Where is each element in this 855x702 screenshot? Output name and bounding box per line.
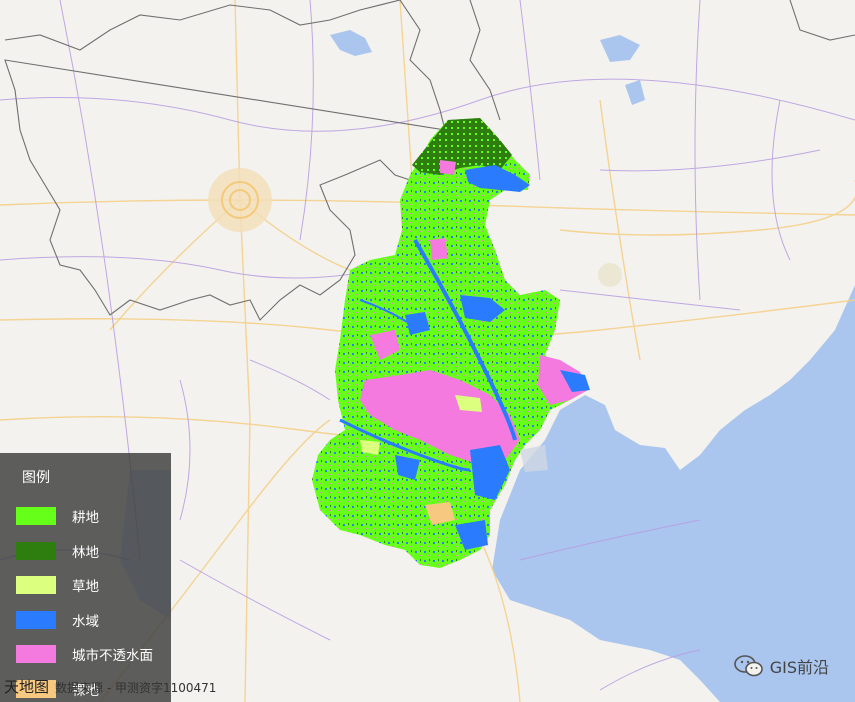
watermark-text: GIS前沿 bbox=[769, 658, 829, 677]
legend-item: 城市不透水面 bbox=[16, 637, 171, 672]
map-view[interactable]: 图例 耕地 林地 草地 水域 城市不透水面 裸地 天地图 数据来源 - 甲测资字110047… bbox=[0, 0, 855, 702]
legend-label: 草地 bbox=[72, 579, 99, 596]
reservoir bbox=[600, 35, 640, 62]
legend-item: 林地 bbox=[16, 534, 171, 569]
legend-label: 城市不透水面 bbox=[72, 648, 153, 665]
legend-swatch bbox=[16, 610, 56, 629]
legend-swatch bbox=[16, 645, 56, 664]
map-attribution: 天地图 数据来源 - 甲测资字1100471 bbox=[4, 676, 216, 697]
tianditu-logo: 天地图 bbox=[4, 678, 50, 696]
legend-label: 耕地 bbox=[72, 510, 99, 527]
attribution-text: 数据来源 - 甲测资字1100471 bbox=[55, 681, 217, 695]
watermark: GIS前沿 bbox=[733, 654, 829, 678]
legend-label: 林地 bbox=[72, 544, 99, 561]
legend-items: 耕地 林地 草地 水域 城市不透水面 裸地 bbox=[16, 499, 171, 702]
city-tangshan bbox=[598, 263, 622, 287]
city-beijing bbox=[208, 168, 272, 232]
reservoir bbox=[330, 30, 372, 56]
legend-title: 图例 bbox=[22, 470, 50, 486]
legend-swatch bbox=[16, 576, 56, 595]
landuse-urban bbox=[430, 238, 448, 260]
legend-panel: 图例 耕地 林地 草地 水域 城市不透水面 裸地 bbox=[0, 453, 171, 702]
legend-swatch bbox=[16, 541, 56, 560]
landuse-urban bbox=[440, 160, 456, 175]
legend-label: 水域 bbox=[72, 613, 99, 630]
legend-item: 草地 bbox=[16, 568, 171, 603]
reservoir bbox=[625, 80, 645, 105]
wechat-icon bbox=[733, 655, 763, 677]
legend-swatch bbox=[16, 507, 56, 526]
legend-item: 耕地 bbox=[16, 499, 171, 534]
port bbox=[520, 445, 548, 472]
legend-item: 水域 bbox=[16, 603, 171, 638]
